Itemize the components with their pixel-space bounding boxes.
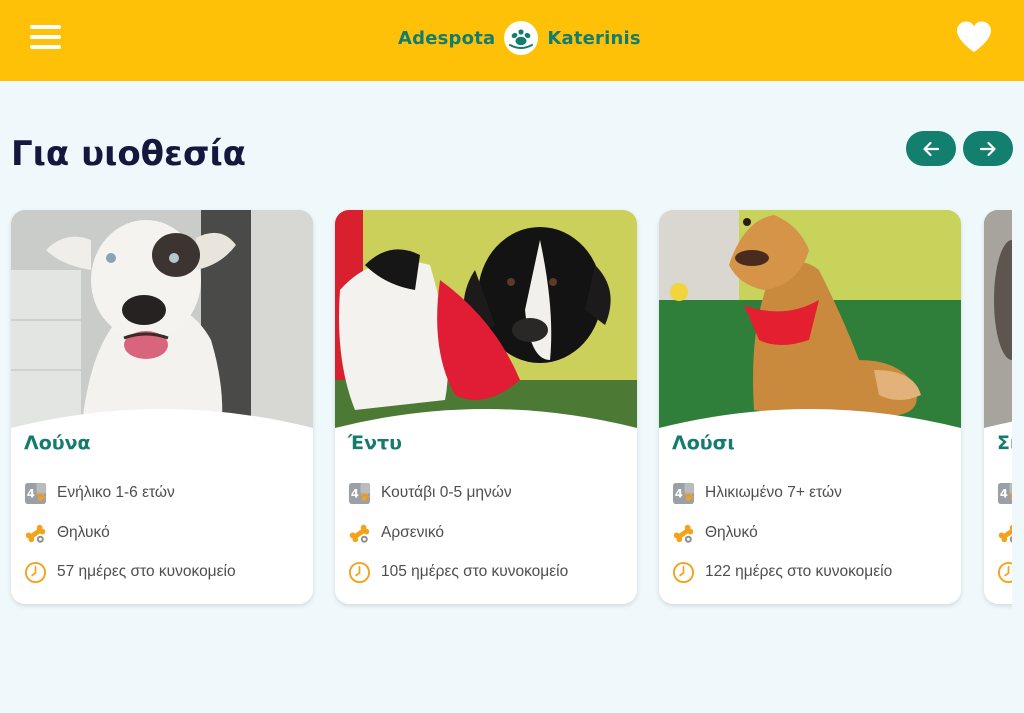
bone-gender-icon — [672, 522, 695, 545]
carousel-next-button[interactable] — [963, 131, 1013, 166]
logo-text-right: Katerinis — [547, 27, 641, 49]
pet-age-row: Κουτάβι 0-5 μηνών — [348, 481, 512, 505]
bone-gender-icon — [997, 522, 1012, 545]
clock-icon — [24, 561, 47, 584]
top-app-bar: Adespota Katerinis — [0, 0, 1024, 81]
pet-card[interactable]: Λούσι Ηλικιωμένο 7+ ετών Θηλυκό 122 ημέρ… — [659, 210, 961, 604]
pet-days-row — [997, 560, 1012, 584]
pet-days-row: 122 ημέρες στο κυνοκομείο — [672, 560, 892, 584]
pet-name: Έντυ — [348, 432, 402, 454]
pet-age: Ενήλικο 1-6 ετών — [57, 484, 175, 501]
logo-text-left: Adespota — [398, 27, 496, 49]
pet-carousel[interactable]: Λούνα Ενήλικο 1-6 ετών Θηλυκό 57 ημέρες … — [0, 205, 1012, 610]
pet-gender-row: Αρσενικό — [348, 521, 444, 545]
pet-days-row: 105 ημέρες στο κυνοκομείο — [348, 560, 568, 584]
site-logo[interactable]: Adespota Katerinis — [398, 20, 641, 56]
bone-gender-icon — [24, 522, 47, 545]
heart-icon[interactable] — [955, 20, 993, 56]
pet-age-row — [997, 481, 1012, 505]
hamburger-menu-icon[interactable] — [30, 25, 61, 50]
pet-gender: Θηλυκό — [705, 524, 758, 541]
pet-age-row: Ενήλικο 1-6 ετών — [24, 481, 175, 505]
age-calendar-icon — [348, 482, 371, 505]
pet-gender: Θηλυκό — [57, 524, 110, 541]
pet-card[interactable]: Λούνα Ενήλικο 1-6 ετών Θηλυκό 57 ημέρες … — [11, 210, 313, 604]
clock-icon — [997, 561, 1012, 584]
pet-photo — [659, 210, 961, 432]
paw-logo-icon — [504, 21, 539, 55]
age-calendar-icon — [997, 482, 1012, 505]
age-calendar-icon — [24, 482, 47, 505]
pet-name: Σί — [997, 432, 1012, 454]
arrow-left-icon — [923, 141, 940, 156]
pet-photo — [984, 210, 1012, 432]
bone-gender-icon — [348, 522, 371, 545]
clock-icon — [672, 561, 695, 584]
pet-days: 57 ημέρες στο κυνοκομείο — [57, 563, 236, 580]
pet-name: Λούσι — [672, 432, 735, 454]
pet-age: Κουτάβι 0-5 μηνών — [381, 484, 512, 501]
clock-icon — [348, 561, 371, 584]
pet-days: 122 ημέρες στο κυνοκομείο — [705, 563, 893, 580]
pet-days-row: 57 ημέρες στο κυνοκομείο — [24, 560, 236, 584]
pet-gender-row — [997, 521, 1012, 545]
section-title: Για υιοθεσία — [11, 134, 247, 174]
pet-name: Λούνα — [24, 432, 91, 454]
pet-card[interactable]: Σί — [984, 210, 1012, 604]
pet-gender-row: Θηλυκό — [672, 521, 758, 545]
carousel-prev-button[interactable] — [906, 131, 956, 166]
pet-card[interactable]: Έντυ Κουτάβι 0-5 μηνών Αρσενικό 105 ημέρ… — [335, 210, 637, 604]
pet-gender: Αρσενικό — [381, 524, 445, 541]
pet-days: 105 ημέρες στο κυνοκομείο — [381, 563, 569, 580]
pet-age: Ηλικιωμένο 7+ ετών — [705, 484, 842, 501]
pet-gender-row: Θηλυκό — [24, 521, 110, 545]
pet-age-row: Ηλικιωμένο 7+ ετών — [672, 481, 842, 505]
age-calendar-icon — [672, 482, 695, 505]
pet-photo — [11, 210, 313, 432]
pet-photo — [335, 210, 637, 432]
arrow-right-icon — [979, 141, 996, 156]
